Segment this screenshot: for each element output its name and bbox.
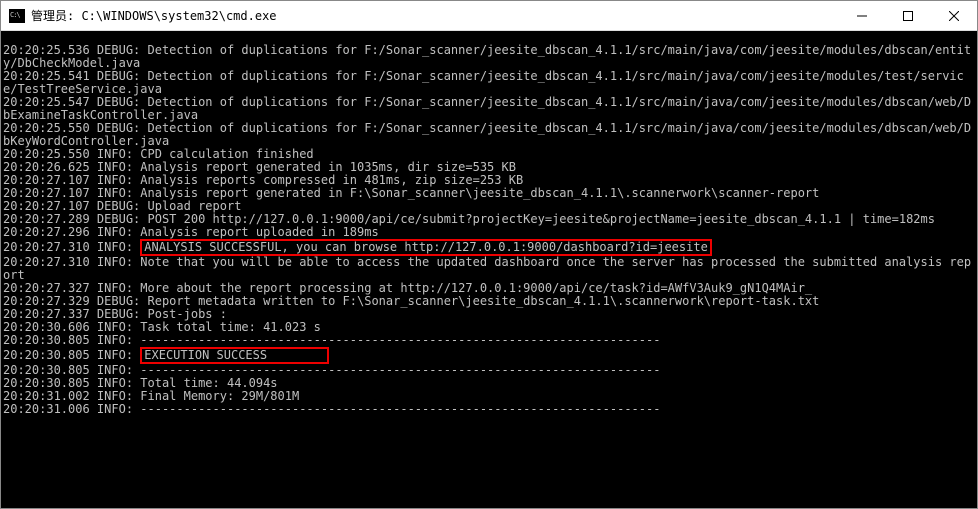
log-line: 20:20:25.536 DEBUG: Detection of duplica… xyxy=(3,44,975,70)
log-line: 20:20:30.805 INFO: EXECUTION SUCCESS xyxy=(3,347,975,364)
log-line: 20:20:31.006 INFO: ---------------------… xyxy=(3,403,975,416)
minimize-button[interactable] xyxy=(839,1,885,31)
log-line: 20:20:27.296 INFO: Analysis report uploa… xyxy=(3,226,975,239)
log-line: 20:20:25.547 DEBUG: Detection of duplica… xyxy=(3,96,975,122)
cmd-window: 管理员: C:\WINDOWS\system32\cmd.exe 20:20:2… xyxy=(0,0,978,509)
log-line: 20:20:25.541 DEBUG: Detection of duplica… xyxy=(3,70,975,96)
maximize-button[interactable] xyxy=(885,1,931,31)
log-prefix: 20:20:30.805 INFO: xyxy=(3,348,140,362)
console-output[interactable]: 20:20:25.536 DEBUG: Detection of duplica… xyxy=(1,31,977,508)
analysis-success-highlight: ANALYSIS SUCCESSFUL, you can browse http… xyxy=(140,239,712,256)
window-title: 管理员: C:\WINDOWS\system32\cmd.exe xyxy=(31,7,277,24)
execution-success-highlight: EXECUTION SUCCESS xyxy=(140,347,329,364)
log-prefix: 20:20:27.310 INFO: xyxy=(3,240,140,254)
cmd-icon xyxy=(9,9,25,23)
titlebar[interactable]: 管理员: C:\WINDOWS\system32\cmd.exe xyxy=(1,1,977,31)
log-line: 20:20:25.550 DEBUG: Detection of duplica… xyxy=(3,122,975,148)
close-button[interactable] xyxy=(931,1,977,31)
log-line: 20:20:30.805 INFO: ---------------------… xyxy=(3,334,975,347)
log-line: 20:20:27.310 INFO: Note that you will be… xyxy=(3,256,975,282)
log-line: 20:20:27.310 INFO: ANALYSIS SUCCESSFUL, … xyxy=(3,239,975,256)
